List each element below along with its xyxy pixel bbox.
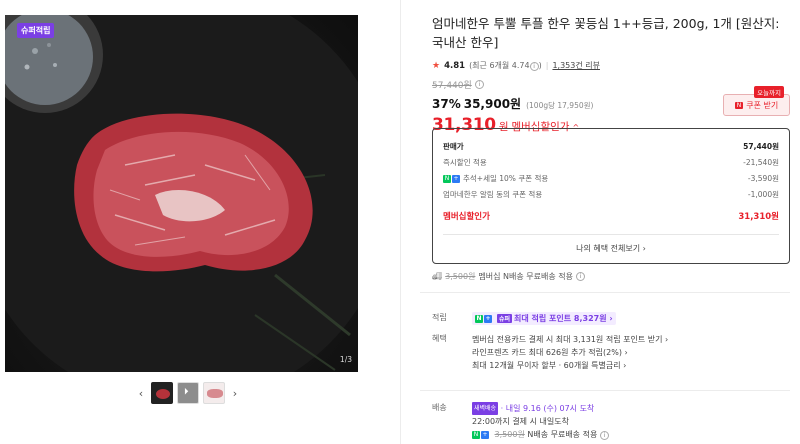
delivery-label: 배송 [432,403,447,412]
benefits-label: 혜택 [432,334,447,343]
breakdown-row-label: 즉시할인 적용 [443,157,487,167]
breakdown-row-value: -1,000원 [747,189,779,199]
super-badge: 슈퍼 [497,314,513,323]
rating-separator: | [545,61,549,70]
naver-plus-badge-icon: N + [472,430,489,439]
breakdown-divider [443,234,779,235]
coupon-widget: 오늘까지 N 쿠폰 받기 [723,86,790,116]
section-divider [420,390,790,391]
shipping-info-icon[interactable]: i [576,272,585,281]
thumbnail-1[interactable] [151,382,173,404]
product-title: 엄마네한우 투뿔 투플 한우 꽃등심 1++등급, 200g, 1개 [원산지:… [432,16,780,50]
breakdown-total-value: 31,310원 [738,212,779,222]
naver-plus-badge-icon: N + [475,314,492,323]
max-points-text: 최대 적립 포인트 8,327원 › [514,314,613,323]
dawn-delivery-badge: 새벽배송 [472,402,499,415]
breakdown-row: N + 추석+세일 10% 쿠폰 적용 -3,590원 [443,170,779,186]
truck-icon: 🚚︎ [432,272,443,281]
all-benefits-link[interactable]: 나의 혜택 전체보기 › [443,243,779,254]
rating-row: ★ 4.81 (최근 6개월 4.74 i) | 1,353건 리뷰 [432,60,792,71]
thumbnail-strip: ‹ › [135,382,241,404]
coupon-icon: N [734,101,744,109]
product-gallery: 슈퍼적립 1/3 ‹ › [5,0,395,444]
star-icon: ★ [432,60,441,71]
breakdown-row: 엄마네한우 알림 동의 쿠폰 적용 -1,000원 [443,186,779,202]
delivery-cutoff-line: 22:00까지 결제 시 내일도착 [472,417,569,426]
steak-illustration [5,15,358,372]
coupon-label: 쿠폰 받기 [746,100,779,110]
coupon-today-tag: 오늘까지 [754,86,784,98]
delivery-arrival-text: · 내일 9.16 (수) 07시 도착 [500,404,595,413]
delivery-section: 배송 새벽배송 · 내일 9.16 (수) 07시 도착 22:00까지 결제 … [432,402,792,444]
delivery-arrival-line: 새벽배송 · 내일 9.16 (수) 07시 도착 [472,402,792,415]
benefits-section: 혜택 멤버십 전용카드 결제 시 최대 3,131원 적립 포인트 받기 › 라… [432,333,792,375]
max-points-link[interactable]: N + 슈퍼 최대 적립 포인트 8,327원 › [472,312,616,325]
breakdown-head-label: 판매가 [443,141,464,151]
breakdown-total-row: 멤버십할인가 31,310원 [443,208,779,224]
delivery-free-text: N배송 무료배송 적용 [527,430,598,439]
shipping-original-fee: 3,500원 [445,272,476,281]
breakdown-total-label: 멤버십할인가 [443,212,490,222]
breakdown-row-value: -3,590원 [747,173,779,183]
thumbnail-3[interactable] [203,382,225,404]
breakdown-row-label: N + 추석+세일 10% 쿠폰 적용 [443,173,549,183]
price-breakdown-box: 판매가 57,440원 즉시할인 적용 -21,540원 N + 추석+세일 10%… [432,128,790,264]
discount-rate: 37% [432,97,461,111]
image-counter: 1/3 [339,355,352,364]
original-price: 57,440원 [432,81,472,91]
benefits-body: 멤버십 전용카드 결제 시 최대 3,131원 적립 포인트 받기 › 라인프렌… [472,333,792,372]
delivery-info-icon[interactable]: i [599,431,609,440]
delivery-original-fee: 3,500원 [494,430,525,439]
rating-value: 4.81 [444,60,466,71]
points-section: 적립 N + 슈퍼 최대 적립 포인트 8,327원 › [432,312,792,326]
info-icon[interactable]: i [529,62,539,71]
shipping-summary: 🚚︎ 3,500원 멤버십 N배송 무료배송 적용 i [432,271,585,282]
rating-recent: (최근 6개월 4.74 i) [469,61,542,71]
benefit-line[interactable]: 라인프렌즈 카드 최대 626원 추가 적립(2%) › [472,346,792,359]
thumbnail-prev-arrow-icon[interactable]: ‹ [135,387,147,400]
breakdown-row-value: -21,540원 [743,157,779,167]
unit-price: (100g당 17,950원) [526,101,594,110]
thumbnail-2-video[interactable] [177,382,199,404]
benefit-line[interactable]: 멤버십 전용카드 결제 시 최대 3,131원 적립 포인트 받기 › [472,333,792,346]
naver-plus-badge-icon: N + [443,174,460,183]
shipping-free-text: 멤버십 N배송 무료배송 적용 [478,272,573,281]
breakdown-head-row: 판매가 57,440원 [443,138,779,154]
review-count-link[interactable]: 1,353건 리뷰 [552,60,600,71]
breakdown-row-label: 엄마네한우 알림 동의 쿠폰 적용 [443,189,543,199]
product-main-image[interactable]: 슈퍼적립 1/3 [5,15,358,372]
sale-price: 35,900원 [463,97,522,111]
super-points-badge: 슈퍼적립 [17,23,55,38]
price-info-icon[interactable]: i [474,80,484,89]
breakdown-head-value: 57,440원 [743,141,779,151]
delivery-body: 새벽배송 · 내일 9.16 (수) 07시 도착 22:00까지 결제 시 내… [472,402,792,441]
column-divider [400,0,401,444]
benefit-line[interactable]: 최대 12개월 무이자 할부 · 60개월 특별금리 › [472,359,792,372]
breakdown-row: 즉시할인 적용 -21,540원 [443,154,779,170]
points-label: 적립 [432,313,447,322]
product-info: 엄마네한우 투뿔 투플 한우 꽃등심 1++등급, 200g, 1개 [원산지:… [432,14,792,135]
delivery-fee-line: N + 3,500원 N배송 무료배송 적용 i [472,428,792,441]
section-divider [420,292,790,293]
points-body: N + 슈퍼 최대 적립 포인트 8,327원 › [472,312,792,325]
thumbnail-next-arrow-icon[interactable]: › [229,387,241,400]
